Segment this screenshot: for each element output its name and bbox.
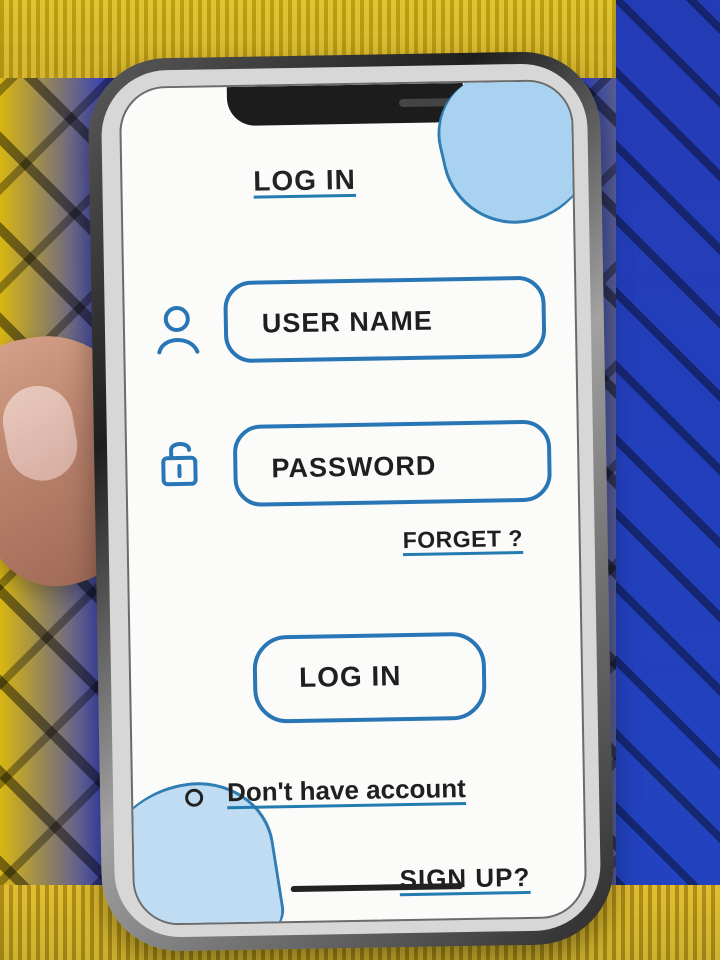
page-title: LOG IN [253, 163, 357, 197]
username-placeholder: USER NAME [261, 305, 434, 339]
lock-icon [161, 441, 198, 487]
username-field[interactable]: USER NAME [223, 275, 547, 364]
login-button-label: LOG IN [298, 660, 402, 693]
forgot-password-link[interactable]: FORGET ? [402, 525, 523, 554]
account-prompt: Don't have account [226, 773, 467, 808]
password-field[interactable]: PASSWORD [232, 419, 553, 508]
finger-nail [0, 380, 83, 487]
password-placeholder: PASSWORD [271, 450, 437, 484]
user-icon [157, 306, 200, 355]
phone-notch [226, 82, 517, 127]
phone-inner-frame: LOG IN USER NAME PASSWORD FORGET ? LOG I… [100, 62, 602, 939]
fabric-right-band [616, 0, 720, 960]
signup-link[interactable]: SIGN UP? [399, 862, 530, 895]
app-screen: LOG IN USER NAME PASSWORD FORGET ? LOG I… [118, 79, 588, 926]
top-right-blob [425, 79, 588, 239]
login-button[interactable]: LOG IN [252, 631, 487, 724]
phone-frame: LOG IN USER NAME PASSWORD FORGET ? LOG I… [87, 50, 615, 953]
